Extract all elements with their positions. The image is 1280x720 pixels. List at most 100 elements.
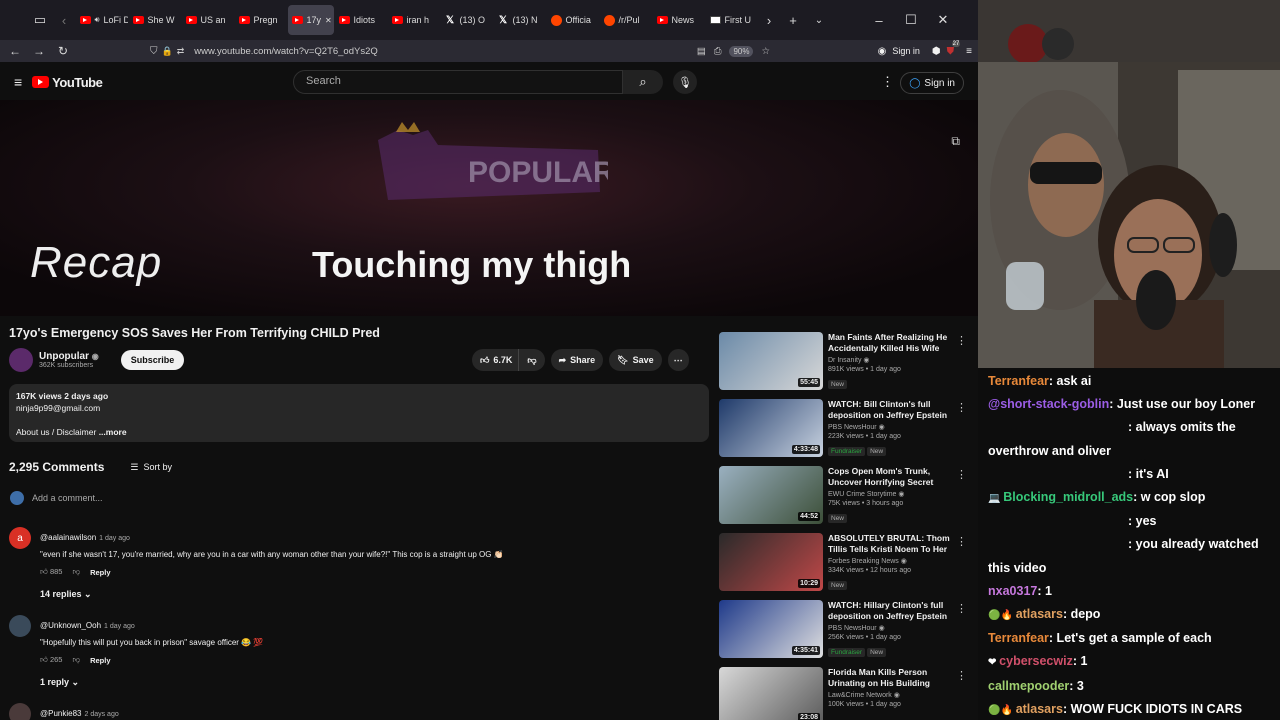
comment-time[interactable]: 1 day ago: [104, 623, 135, 630]
video-thumbnail[interactable]: 23:08: [719, 667, 823, 720]
video-channel[interactable]: PBS NewsHour ◉: [828, 423, 954, 431]
chat-username[interactable]: callmepooder: [988, 679, 1069, 693]
video-title[interactable]: Cops Open Mom's Trunk, Uncover Horrifyin…: [828, 466, 954, 488]
hamburger-icon[interactable]: ≡: [14, 74, 22, 90]
comment-avatar[interactable]: [9, 615, 31, 637]
lock-icon[interactable]: 🔒: [162, 46, 173, 57]
description-box[interactable]: 167K views 2 days ago ninja9p99@gmail.co…: [9, 384, 709, 442]
dislike-button[interactable]: 👎︎: [518, 349, 545, 371]
tab-10[interactable]: /r/Pul: [600, 5, 652, 35]
back-icon[interactable]: ←: [3, 40, 27, 62]
comment-reply-button[interactable]: Reply: [90, 656, 110, 665]
video-thumbnail[interactable]: 4:33:48: [719, 399, 823, 457]
video-thumbnail[interactable]: 55:45: [719, 332, 823, 390]
forward-icon[interactable]: →: [27, 40, 51, 62]
close-tab-icon[interactable]: ✕: [325, 16, 332, 25]
more-vert-icon[interactable]: ⋮: [956, 401, 967, 414]
tab-2[interactable]: US an: [182, 5, 234, 35]
speaker-icon[interactable]: 🔊︎: [95, 15, 100, 25]
maximize-icon[interactable]: ☐: [898, 5, 924, 35]
shield-icon[interactable]: ⛉: [150, 46, 158, 57]
show-more-link[interactable]: ...more: [99, 427, 127, 437]
sort-by-button[interactable]: ☰ Sort by: [130, 462, 172, 473]
chat-username[interactable]: atlasars: [1016, 702, 1063, 716]
recommended-video[interactable]: 4:33:48 WATCH: Bill Clinton's full deposi…: [719, 399, 969, 459]
tab-list-dropdown-icon[interactable]: ⌄: [806, 5, 832, 35]
about-link[interactable]: About us / Disclaimer: [16, 427, 96, 437]
tab-overview-icon[interactable]: ▭: [27, 5, 53, 35]
tab-12[interactable]: First U: [706, 5, 758, 35]
tab-scroll-left-icon[interactable]: ‹: [53, 5, 75, 35]
more-vert-icon[interactable]: ⋮: [956, 468, 967, 481]
tab-7[interactable]: 𝕏 (13) O: [441, 5, 493, 35]
view-replies-button[interactable]: 14 replies ⌄: [40, 589, 700, 600]
menu-icon[interactable]: ≡: [966, 46, 972, 57]
channel-name[interactable]: Unpopular: [39, 351, 89, 362]
tab-8[interactable]: 𝕏 (13) N: [494, 5, 546, 35]
ublock-icon[interactable]: ⛊ 27: [947, 40, 961, 57]
more-vert-icon[interactable]: ⋮: [956, 334, 967, 347]
chat-username[interactable]: @short-stack-goblin: [988, 397, 1109, 411]
tab-0[interactable]: 🔊︎ LoFi D: [76, 5, 128, 35]
search-button[interactable]: ⌕: [623, 70, 663, 94]
comment-username[interactable]: @Unknown_Ooh: [40, 621, 101, 630]
video-player[interactable]: POPULAR Recap Touching my thigh ⧉: [0, 100, 978, 316]
video-title[interactable]: WATCH: Bill Clinton's full deposition on…: [828, 399, 954, 421]
add-comment-input[interactable]: Add a comment...: [32, 493, 103, 503]
chat-username[interactable]: Terranfear: [988, 631, 1049, 645]
search-input[interactable]: Search: [293, 70, 623, 94]
more-actions-button[interactable]: ⋯: [667, 349, 689, 371]
comment-like-button[interactable]: 👍︎ 885: [40, 567, 62, 577]
new-tab-icon[interactable]: +: [780, 5, 806, 35]
view-replies-button[interactable]: 1 reply ⌄: [40, 677, 700, 688]
subscribe-button[interactable]: Subscribe: [120, 350, 185, 370]
miniplayer-icon[interactable]: ⧉: [951, 134, 960, 149]
more-vert-icon[interactable]: ⋮: [956, 669, 967, 682]
reload-icon[interactable]: ↻: [51, 40, 75, 62]
like-button[interactable]: 👍︎ 6.7K: [472, 349, 519, 371]
browser-signin[interactable]: Sign in: [892, 46, 920, 56]
chat-username[interactable]: atlasars: [1016, 607, 1063, 621]
account-icon[interactable]: ◉: [878, 46, 887, 57]
tab-5[interactable]: Idiots: [335, 5, 387, 35]
youtube-logo[interactable]: YouTube: [32, 75, 103, 90]
comment-avatar[interactable]: a: [9, 527, 31, 549]
voice-search-icon[interactable]: 🎙: [673, 70, 697, 94]
comment-avatar[interactable]: [9, 703, 31, 720]
recommended-video[interactable]: 55:45 Man Faints After Realizing He Accid…: [719, 332, 969, 392]
comment-username[interactable]: @aalainawilson: [40, 533, 96, 542]
video-title[interactable]: WATCH: Hillary Clinton's full deposition…: [828, 600, 954, 622]
video-title[interactable]: ABSOLUTELY BRUTAL: Thom Tillis Tells Kri…: [828, 533, 954, 555]
recommended-video[interactable]: 23:08 Florida Man Kills Person Urinating …: [719, 667, 969, 720]
extensions-icon[interactable]: ⬢: [932, 46, 941, 57]
tab-11[interactable]: News: [653, 5, 705, 35]
save-button[interactable]: 🔖︎ Save: [609, 349, 662, 371]
comment-dislike-icon[interactable]: 👎︎: [72, 567, 80, 577]
tab-3[interactable]: Pregn: [235, 5, 287, 35]
comment-time[interactable]: 2 days ago: [84, 711, 118, 718]
zoom-level[interactable]: 90%: [729, 45, 754, 57]
chat-username[interactable]: nxa0317: [988, 584, 1037, 598]
url-text[interactable]: www.youtube.com/watch?v=Q2T6_odYs2Q: [194, 46, 378, 57]
comment-reply-button[interactable]: Reply: [90, 568, 110, 577]
video-thumbnail[interactable]: 4:35:41: [719, 600, 823, 658]
video-thumbnail[interactable]: 44:52: [719, 466, 823, 524]
more-vert-icon[interactable]: ⋮: [956, 602, 967, 615]
close-window-icon[interactable]: ✕: [930, 5, 956, 35]
video-channel[interactable]: Dr Insanity ◉: [828, 356, 954, 364]
tab-scroll-right-icon[interactable]: ›: [758, 5, 780, 35]
video-channel[interactable]: Law&Crime Network ◉: [828, 691, 954, 699]
add-comment-row[interactable]: Add a comment...: [9, 491, 709, 505]
reader-view-icon[interactable]: ▤: [697, 46, 706, 57]
video-title[interactable]: Man Faints After Realizing He Accidental…: [828, 332, 954, 354]
tab-9[interactable]: Officia: [547, 5, 599, 35]
video-channel[interactable]: EWU Crime Storytime ◉: [828, 490, 954, 498]
chat-username[interactable]: Blocking_midroll_ads: [1003, 490, 1133, 504]
permissions-icon[interactable]: ⇄: [177, 46, 185, 57]
tab-4[interactable]: 17y ✕: [287, 5, 334, 35]
tab-1[interactable]: She W: [129, 5, 181, 35]
tab-6[interactable]: iran h: [388, 5, 440, 35]
channel-avatar[interactable]: [9, 348, 33, 372]
recommended-video[interactable]: 10:29 ABSOLUTELY BRUTAL: Thom Tillis Tell…: [719, 533, 969, 593]
comment-username[interactable]: @Punkie83: [40, 709, 81, 718]
